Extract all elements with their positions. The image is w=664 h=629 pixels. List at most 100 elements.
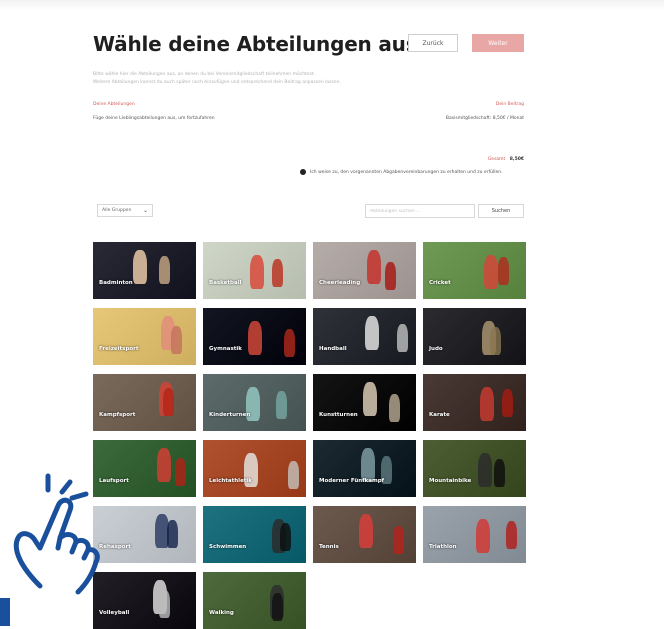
intro-text-line-1: Bitte wähle hier die Abteilungen aus, an… xyxy=(93,72,316,77)
page-title: Wähle deine Abteilungen aus xyxy=(93,32,418,56)
department-tile[interactable]: Cricket xyxy=(423,242,526,299)
department-tile[interactable]: Cheerleading xyxy=(313,242,416,299)
department-label: Freizeitsport xyxy=(99,346,139,352)
agreement-text: Ich weise zu, den vorgenannten Abgabenve… xyxy=(310,169,503,175)
department-tile[interactable]: Kunstturnen xyxy=(313,374,416,431)
department-image xyxy=(203,506,306,563)
department-image xyxy=(203,572,306,629)
department-image xyxy=(423,374,526,431)
category-select-value: Alle Gruppen xyxy=(102,208,132,213)
department-tile[interactable]: Schwimmen xyxy=(203,506,306,563)
department-tile[interactable]: Tennis xyxy=(313,506,416,563)
department-image xyxy=(313,308,416,365)
pointing-hand-icon xyxy=(13,473,100,595)
department-tile[interactable]: Handball xyxy=(313,308,416,365)
search-button[interactable]: Suchen xyxy=(478,204,524,218)
department-tile[interactable]: Basketball xyxy=(203,242,306,299)
athlete-figure xyxy=(484,255,498,289)
department-image xyxy=(423,308,526,365)
department-label: Basketball xyxy=(209,280,242,286)
department-tile[interactable]: Walking xyxy=(203,572,306,629)
department-image xyxy=(423,242,526,299)
search-input[interactable] xyxy=(365,204,475,218)
department-image xyxy=(313,374,416,431)
athlete-figure xyxy=(284,329,295,357)
department-label: Triathlon xyxy=(429,544,457,550)
department-label: Kunstturnen xyxy=(319,412,358,418)
athlete-figure xyxy=(506,521,517,549)
department-image xyxy=(313,242,416,299)
athlete-figure xyxy=(159,256,170,284)
athlete-figure xyxy=(498,257,509,285)
department-image xyxy=(423,440,526,497)
department-tile[interactable]: Karate xyxy=(423,374,526,431)
back-button[interactable]: Zurück xyxy=(408,34,458,52)
department-tile[interactable]: Moderner Fünfkampf xyxy=(313,440,416,497)
radio-dot-icon[interactable] xyxy=(300,169,306,175)
department-image xyxy=(313,506,416,563)
total-label: Gesamt xyxy=(487,157,506,162)
department-label: Badminton xyxy=(99,280,133,286)
athlete-figure xyxy=(163,388,174,416)
department-label: Handball xyxy=(319,346,347,352)
next-button[interactable]: Weiter xyxy=(472,34,524,52)
department-image xyxy=(93,308,196,365)
athlete-figure xyxy=(280,523,291,551)
department-tile[interactable]: Mountainbike xyxy=(423,440,526,497)
department-tile[interactable]: Kampfsport xyxy=(93,374,196,431)
athlete-figure xyxy=(365,316,379,350)
department-image xyxy=(313,440,416,497)
athlete-figure xyxy=(175,458,186,486)
athlete-figure xyxy=(248,321,262,355)
department-tile[interactable]: Gymnastik xyxy=(203,308,306,365)
department-label: Kinderturnen xyxy=(209,412,251,418)
athlete-figure xyxy=(480,387,494,421)
athlete-figure xyxy=(250,255,264,289)
athlete-figure xyxy=(359,514,373,548)
department-tile[interactable]: Judo xyxy=(423,308,526,365)
category-select[interactable]: Alle Gruppen ⌄ xyxy=(97,204,153,217)
department-tile[interactable]: Kinderturnen xyxy=(203,374,306,431)
department-image xyxy=(203,440,306,497)
athlete-figure xyxy=(288,461,299,489)
department-label: Gymnastik xyxy=(209,346,242,352)
athlete-figure xyxy=(397,324,408,352)
chevron-down-icon: ⌄ xyxy=(142,207,148,214)
department-label: Volleyball xyxy=(99,610,130,616)
athlete-figure xyxy=(167,520,178,548)
department-label: Leichtathletik xyxy=(209,478,252,484)
top-shadow xyxy=(0,0,664,10)
athlete-figure xyxy=(478,453,492,487)
department-image xyxy=(203,374,306,431)
athlete-figure xyxy=(476,519,490,553)
department-tile[interactable]: Badminton xyxy=(93,242,196,299)
department-label: Walking xyxy=(209,610,234,616)
athlete-figure xyxy=(363,382,377,416)
department-label: Judo xyxy=(429,346,443,352)
athlete-figure xyxy=(490,327,501,355)
department-label: Tennis xyxy=(319,544,339,550)
agreement-radio[interactable]: Ich weise zu, den vorgenannten Abgabenve… xyxy=(300,169,503,175)
corner-mark xyxy=(0,598,10,626)
athlete-figure xyxy=(171,326,182,354)
athlete-figure xyxy=(276,391,287,419)
athlete-figure xyxy=(159,590,170,618)
athlete-figure xyxy=(157,448,171,482)
athlete-figure xyxy=(272,259,283,287)
department-label: Mountainbike xyxy=(429,478,472,484)
department-tile[interactable]: Freizeitsport xyxy=(93,308,196,365)
department-tile[interactable]: Triathlon xyxy=(423,506,526,563)
athlete-figure xyxy=(367,250,381,284)
total: Gesamt 8,50€ xyxy=(488,157,524,162)
athlete-figure xyxy=(389,394,400,422)
department-label: Moderner Fünfkampf xyxy=(319,478,385,484)
sections-value: Füge deine Lieblingsabteilungen aus, um … xyxy=(93,116,215,121)
sections-label: Deine Abteilungen xyxy=(93,102,135,107)
department-label: Kampfsport xyxy=(99,412,136,418)
department-label: Schwimmen xyxy=(209,544,247,550)
department-image xyxy=(203,308,306,365)
athlete-figure xyxy=(133,250,147,284)
department-label: Cheerleading xyxy=(319,280,361,286)
fee-label: Dein Beitrag xyxy=(495,102,524,107)
department-tile[interactable]: Leichtathletik xyxy=(203,440,306,497)
